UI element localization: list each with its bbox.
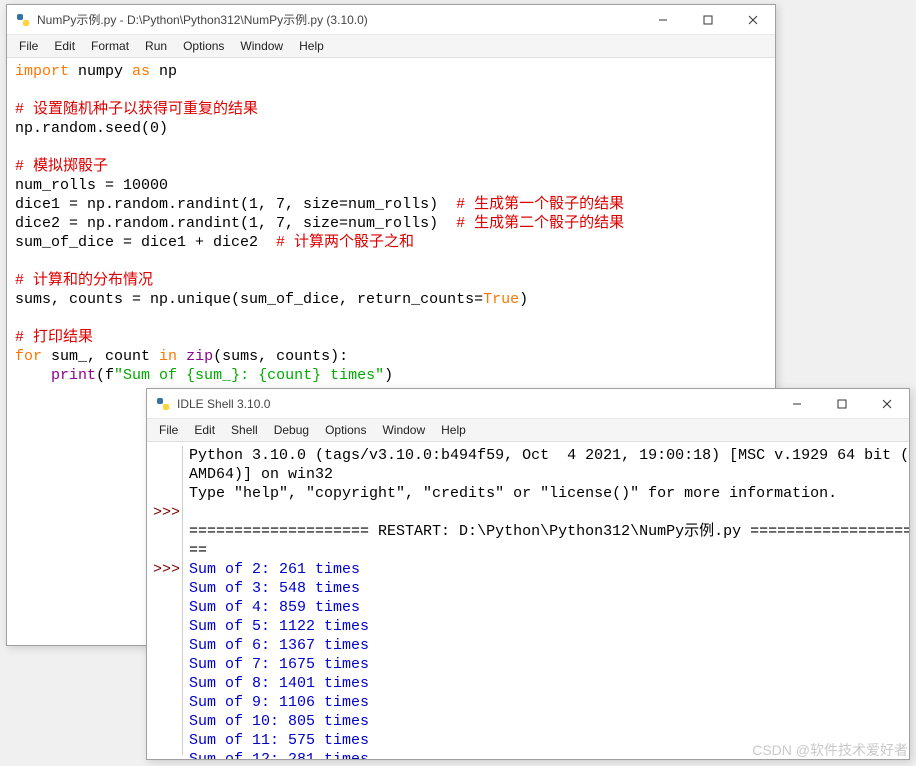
shell-menubar: File Edit Shell Debug Options Window Hel…	[147, 419, 909, 442]
code-token: import	[15, 63, 69, 80]
code-line: sum_, count	[42, 348, 159, 365]
shell-text: Python 3.10.0 (tags/v3.10.0:b494f59, Oct…	[183, 446, 909, 755]
menu-format[interactable]: Format	[85, 37, 135, 55]
menu-options[interactable]: Options	[319, 421, 372, 439]
output-line: Sum of 12: 281 times	[189, 751, 369, 759]
output-line: Sum of 11: 575 times	[189, 732, 369, 749]
code-token: as	[132, 63, 150, 80]
output-line: Sum of 6: 1367 times	[189, 637, 369, 654]
code-line: dice1 = np.random.randint(1, 7, size=num…	[15, 196, 456, 213]
close-button[interactable]	[730, 5, 775, 34]
output-line: Sum of 4: 859 times	[189, 599, 360, 616]
code-comment: # 计算两个骰子之和	[276, 234, 414, 251]
menu-file[interactable]: File	[153, 421, 184, 439]
python-icon	[15, 12, 31, 28]
shell-line: ==	[189, 542, 207, 559]
output-line: Sum of 8: 1401 times	[189, 675, 369, 692]
shell-line: ==================== RESTART: D:\Python\…	[189, 523, 909, 540]
code-builtin: print	[51, 367, 96, 384]
prompt-column: >>> >>> >>>	[151, 446, 183, 755]
code-token: numpy	[69, 63, 132, 80]
python-icon	[155, 396, 171, 412]
minimize-button[interactable]	[774, 389, 819, 418]
code-line	[177, 348, 186, 365]
code-line: num_rolls = 10000	[15, 177, 168, 194]
shell-window-title: IDLE Shell 3.10.0	[177, 397, 774, 411]
code-line: np.random.seed(0)	[15, 120, 168, 137]
menu-shell[interactable]: Shell	[225, 421, 264, 439]
output-line: Sum of 9: 1106 times	[189, 694, 369, 711]
shell-line: AMD64)] on win32	[189, 466, 333, 483]
code-comment: # 设置随机种子以获得可重复的结果	[15, 101, 258, 118]
menu-options[interactable]: Options	[177, 37, 230, 55]
minimize-button[interactable]	[640, 5, 685, 34]
menu-file[interactable]: File	[13, 37, 44, 55]
output-line: Sum of 5: 1122 times	[189, 618, 369, 635]
code-comment: # 生成第二个骰子的结果	[456, 215, 624, 232]
code-token: np	[150, 63, 177, 80]
editor-menubar: File Edit Format Run Options Window Help	[7, 35, 775, 58]
menu-help[interactable]: Help	[293, 37, 330, 55]
shell-line: Python 3.10.0 (tags/v3.10.0:b494f59, Oct…	[189, 447, 909, 464]
output-line: Sum of 10: 805 times	[189, 713, 369, 730]
menu-run[interactable]: Run	[139, 37, 173, 55]
code-builtin: zip	[186, 348, 213, 365]
maximize-button[interactable]	[819, 389, 864, 418]
close-button[interactable]	[864, 389, 909, 418]
code-line	[15, 367, 51, 384]
menu-edit[interactable]: Edit	[48, 37, 81, 55]
code-comment: # 生成第一个骰子的结果	[456, 196, 624, 213]
code-comment: # 模拟掷骰子	[15, 158, 108, 175]
shell-window-controls	[774, 389, 909, 418]
shell-output-area[interactable]: >>> >>> >>> Python 3.10.0 (tags/v3.10.0:…	[147, 442, 909, 759]
menu-window[interactable]: Window	[234, 37, 289, 55]
code-line: )	[384, 367, 393, 384]
code-line: (sums, counts):	[213, 348, 348, 365]
maximize-button[interactable]	[685, 5, 730, 34]
code-line: sum_of_dice = dice1 + dice2	[15, 234, 276, 251]
code-string: "Sum of {sum_}: {count} times"	[114, 367, 384, 384]
shell-line: Type "help", "copyright", "credits" or "…	[189, 485, 837, 502]
menu-help[interactable]: Help	[435, 421, 472, 439]
code-token: for	[15, 348, 42, 365]
menu-window[interactable]: Window	[376, 421, 431, 439]
menu-edit[interactable]: Edit	[188, 421, 221, 439]
code-line: )	[519, 291, 528, 308]
editor-window-title: NumPy示例.py - D:\Python\Python312\NumPy示例…	[37, 11, 640, 28]
code-comment: # 计算和的分布情况	[15, 272, 153, 289]
menu-debug[interactable]: Debug	[268, 421, 315, 439]
output-line: Sum of 2: 261 times	[189, 561, 360, 578]
editor-window-controls	[640, 5, 775, 34]
code-comment: # 打印结果	[15, 329, 93, 346]
code-line: sums, counts = np.unique(sum_of_dice, re…	[15, 291, 483, 308]
code-token: True	[483, 291, 519, 308]
shell-titlebar[interactable]: IDLE Shell 3.10.0	[147, 389, 909, 419]
code-line: dice2 = np.random.randint(1, 7, size=num…	[15, 215, 456, 232]
code-line: (f	[96, 367, 114, 384]
shell-window: IDLE Shell 3.10.0 File Edit Shell Debug …	[146, 388, 910, 760]
editor-titlebar[interactable]: NumPy示例.py - D:\Python\Python312\NumPy示例…	[7, 5, 775, 35]
output-line: Sum of 3: 548 times	[189, 580, 360, 597]
output-line: Sum of 7: 1675 times	[189, 656, 369, 673]
code-token: in	[159, 348, 177, 365]
